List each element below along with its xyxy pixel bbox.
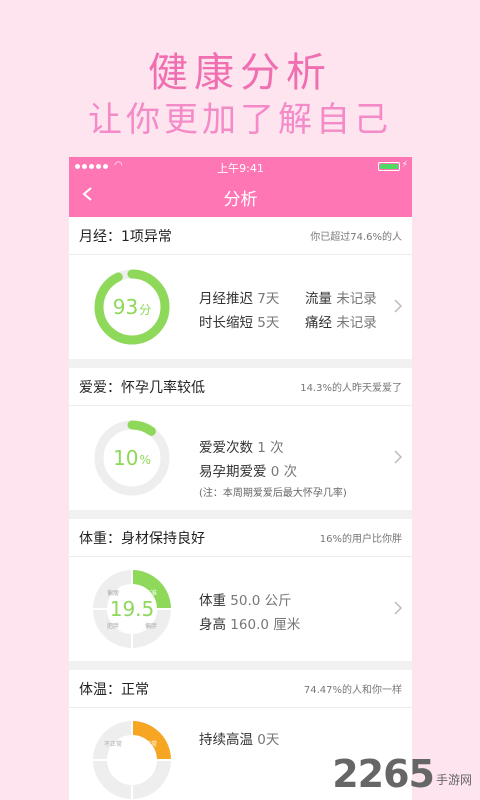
phone-screen: ◠ 上午9:41 ⚡ 分析 月经：1项异常 你已超过74.6%的人 93 分 月经…	[69, 157, 412, 800]
love-footnote: (注：本周期爱爱后最大怀孕几率)	[199, 488, 347, 499]
percent-unit: %	[139, 453, 151, 467]
weight-header: 体重：身材保持良好 16%的用户比你胖	[69, 519, 412, 557]
menstrual-header: 月经：1项异常 你已超过74.6%的人	[69, 217, 412, 255]
status-time: 上午9:41	[217, 162, 264, 175]
status-bar: ◠ 上午9:41 ⚡	[69, 157, 412, 177]
menstrual-item-delay: 月经推迟 7天	[199, 291, 280, 307]
chevron-left-icon[interactable]	[81, 187, 95, 201]
chevron-right-icon[interactable]	[394, 601, 402, 615]
promo-subtitle: 让你更加了解自己	[88, 100, 392, 140]
watermark-logo: 2265 手游网	[332, 752, 472, 796]
nav-bar: 分析	[69, 177, 412, 217]
battery-icon	[378, 162, 400, 171]
temp-label-normal: 正常	[145, 740, 157, 748]
love-item-fertile: 易孕期爱爱 0 次	[199, 464, 298, 480]
page-title: 分析	[223, 189, 258, 210]
weight-item-height: 身高 160.0 厘米	[199, 617, 301, 633]
menstrual-note: 你已超过74.6%的人	[310, 232, 402, 243]
weight-item-weight: 体重 50.0 公斤	[199, 593, 292, 609]
temperature-item-high: 持续高温 0天	[199, 732, 280, 748]
love-header: 爱爱：怀孕几率较低 14.3%的人昨天爱爱了	[69, 368, 412, 406]
temp-label-abnormal: 不正常	[104, 740, 122, 748]
charging-icon: ⚡	[401, 160, 408, 170]
temperature-ring: 不正常 正常	[93, 721, 171, 799]
love-percent: 10%	[93, 419, 171, 497]
weight-card[interactable]: 偏瘦 标准 偏胖 肥胖 19.5 体重 50.0 公斤 身高 160.0 厘米	[69, 557, 412, 661]
love-title: 爱爱：怀孕几率较低	[79, 379, 205, 396]
promo-title: 健康分析	[148, 50, 332, 96]
menstrual-card[interactable]: 93 分 月经推迟 7天 流量 未记录 时长缩短 5天 痛经 未记录	[69, 255, 412, 359]
temperature-header: 体温：正常 74.47%的人和你一样	[69, 670, 412, 708]
menstrual-item-pain: 痛经 未记录	[305, 315, 377, 331]
weight-title: 体重：身材保持良好	[79, 530, 205, 547]
menstrual-item-duration: 时长缩短 5天	[199, 315, 280, 331]
love-card[interactable]: 10% 爱爱次数 1 次 易孕期爱爱 0 次 (注：本周期爱爱后最大怀孕几率)	[69, 406, 412, 510]
temperature-note: 74.47%的人和你一样	[303, 685, 402, 696]
love-note: 14.3%的人昨天爱爱了	[300, 383, 402, 394]
menstrual-item-flow: 流量 未记录	[305, 291, 377, 307]
chevron-right-icon[interactable]	[394, 450, 402, 464]
menstrual-title: 月经：1项异常	[79, 228, 172, 245]
chevron-right-icon[interactable]	[394, 299, 402, 313]
temperature-title: 体温：正常	[79, 681, 149, 698]
love-item-count: 爱爱次数 1 次	[199, 440, 284, 456]
score-unit: 分	[139, 302, 152, 317]
score-value: 93	[112, 295, 139, 319]
menstrual-score: 93 分	[93, 268, 171, 346]
weight-note: 16%的用户比你胖	[319, 534, 402, 545]
percent-value: 10	[113, 446, 139, 470]
bmi-value: 19.5	[109, 597, 155, 621]
